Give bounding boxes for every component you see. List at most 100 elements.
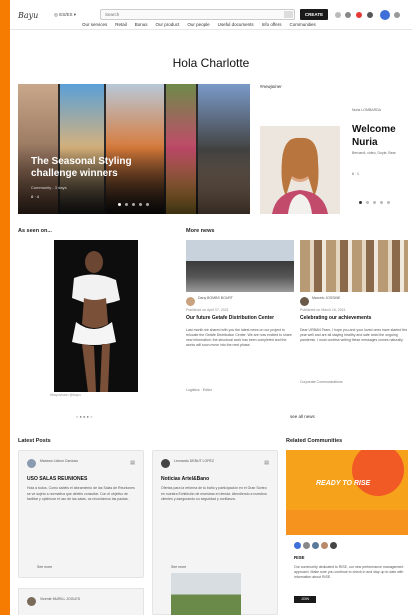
as-seen-on-caption: #bayuvision @bayu [50, 393, 81, 397]
carousel-dot[interactable] [139, 203, 142, 206]
news-image [186, 240, 294, 292]
post-title[interactable]: Noticias Artel&Bano [161, 476, 209, 482]
notification-bell-icon[interactable] [345, 12, 351, 18]
post-author: Mariano Lisbon Cardoso [40, 459, 79, 463]
welcome-hashtag[interactable]: #newjoiner [260, 84, 282, 89]
chat-icon[interactable]: ▤ [264, 460, 269, 466]
nav-item-our-product[interactable]: Our product [156, 22, 180, 27]
member-avatar [303, 542, 310, 549]
welcome-dot[interactable] [380, 201, 383, 204]
post-image [171, 573, 241, 615]
welcome-dot[interactable] [359, 201, 362, 204]
member-avatar [312, 542, 319, 549]
carousel-dot[interactable] [146, 203, 149, 206]
welcome-name: Nuria [352, 137, 378, 148]
grid-icon[interactable] [335, 12, 341, 18]
post-author-avatar [27, 597, 36, 606]
news-footer: Corporate Communications [300, 380, 343, 384]
carousel-stats: 8 · 4 [31, 194, 40, 199]
nav-item-our-services[interactable]: Our services [82, 22, 107, 27]
post-body: Hola a todos. Como sabéis el aforamiento… [27, 486, 135, 501]
post-title[interactable]: USO SALAS REUNIONES [27, 476, 87, 482]
news-footer: Logistics · Editor [186, 388, 212, 392]
location-selector[interactable]: ◎ ES/ES ▾ [54, 12, 76, 18]
create-button[interactable]: CREATE [300, 9, 328, 20]
news-card[interactable]: Marcelo JOSSINE Published on March 16, 2… [300, 240, 408, 384]
post-card[interactable]: Leonardo DEBUT LOPEZ ▤ Noticias Artel&Ba… [152, 450, 278, 615]
message-icon[interactable] [367, 12, 373, 18]
nav-item-our-people[interactable]: Our people [187, 22, 209, 27]
as-seen-on-title: As seen on... [18, 228, 52, 234]
welcome-stats: 6 · 1 [352, 172, 360, 176]
nav-item-bonus[interactable]: Bonus [135, 22, 148, 27]
post-author: Leonardo DEBUT LOPEZ [174, 459, 215, 463]
author-avatar [300, 297, 309, 306]
page: Bayu ◎ ES/ES ▾ CREATE Our services Retai… [10, 0, 412, 615]
news-image [300, 240, 408, 292]
news-body: Last month we shared with you the latest… [186, 328, 292, 347]
see-more-link[interactable]: See more [171, 565, 186, 569]
nav-item-useful-documents[interactable]: Useful documents [218, 22, 254, 27]
logo[interactable]: Bayu [18, 11, 38, 20]
welcome-author: Nuria LOMBARDA [352, 108, 381, 112]
settings-icon[interactable] [394, 12, 400, 18]
post-author-avatar [27, 459, 36, 468]
welcome-dot[interactable] [373, 201, 376, 204]
as-seen-on-photo[interactable] [54, 240, 138, 392]
news-card[interactable]: Dany BOMBS BOURT Published on April 07, … [186, 240, 294, 392]
community-banner: READY TO RISE [286, 450, 408, 535]
nav-item-info-offers[interactable]: Info offers [262, 22, 282, 27]
community-description: Our community dedicated to RISE, our new… [294, 565, 404, 579]
welcome-dot[interactable] [387, 201, 390, 204]
news-date: Published on April 07, 2021 [186, 308, 229, 312]
community-banner-text: READY TO RISE [316, 480, 371, 487]
member-avatars [294, 542, 337, 549]
community-name[interactable]: RISE [294, 555, 305, 560]
news-title[interactable]: Celebrating our achievements [300, 315, 408, 321]
search-input[interactable] [101, 10, 281, 19]
carousel-dot[interactable] [118, 203, 121, 206]
join-button[interactable]: JOIN [294, 596, 316, 603]
location-label: ES/ES [59, 12, 73, 17]
new-joiner-photo [260, 126, 340, 214]
post-card[interactable]: Vicente MURILL JOGLES [18, 588, 144, 615]
news-author: Marcelo JOSSINE [312, 296, 341, 300]
carousel-meta: Community - 3 days [31, 185, 67, 190]
post-body: Ofertas para la reforma de tu baño y par… [161, 486, 267, 501]
search-icon[interactable] [284, 11, 293, 18]
post-author: Vicente MURILL JOGLES [40, 597, 81, 601]
related-communities-title: Related Communities [286, 438, 343, 444]
carousel-pagination [118, 203, 149, 206]
welcome-title: Welcome Nuria [352, 123, 396, 149]
greeting: Hola Charlotte [172, 56, 250, 70]
see-more-link[interactable]: See more [37, 565, 52, 569]
news-title[interactable]: Our future Getafe Distribution Center [186, 315, 294, 321]
post-card[interactable]: Mariano Lisbon Cardoso ▤ USO SALAS REUNI… [18, 450, 144, 578]
latest-posts-title: Latest Posts [18, 438, 51, 444]
member-avatar [321, 542, 328, 549]
featured-carousel[interactable]: The Seasonal Styling challenge winners C… [18, 84, 250, 214]
community-card[interactable]: READY TO RISE RISE Our community dedicat… [286, 450, 412, 615]
news-body: Dear URBAN Team, I hope you and your lov… [300, 328, 408, 342]
news-date: Published on March 16, 2021 [300, 308, 346, 312]
welcome-subtitle: Bernardi, video, Doyle, Bear [352, 151, 396, 155]
more-news-title: More news [186, 228, 215, 234]
member-avatar [330, 542, 337, 549]
welcome-dot[interactable] [366, 201, 369, 204]
see-all-news-link[interactable]: see all news [290, 414, 315, 419]
news-author: Dany BOMBS BOURT [198, 296, 233, 300]
welcome-card[interactable]: Nuria LOMBARDA Welcome Nuria Bernardi, v… [260, 96, 412, 214]
chat-icon[interactable]: ▤ [130, 460, 135, 466]
post-author-avatar [161, 459, 170, 468]
carousel-dot[interactable] [125, 203, 128, 206]
carousel-dot[interactable] [132, 203, 135, 206]
carousel-title[interactable]: The Seasonal Styling challenge winners [31, 156, 171, 180]
member-avatar [294, 542, 301, 549]
nav-item-communities[interactable]: Communities [290, 22, 316, 27]
alert-badge-icon[interactable] [356, 12, 362, 18]
main-nav: Our services Retail Bonus Our product Ou… [82, 22, 316, 27]
nav-item-retail[interactable]: Retail [115, 22, 127, 27]
as-seen-on-pagination[interactable]: < ● ● ● > [76, 414, 92, 419]
user-avatar[interactable] [380, 10, 390, 20]
welcome-title-line: Welcome [352, 124, 396, 135]
